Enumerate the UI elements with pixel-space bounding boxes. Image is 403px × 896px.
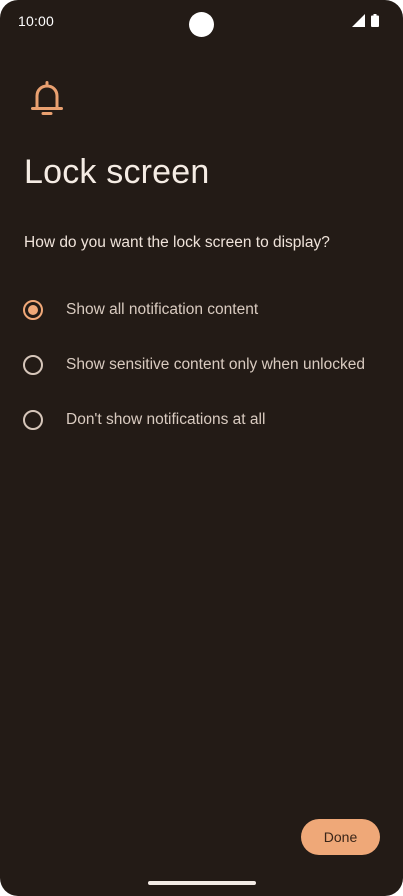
status-icons	[352, 14, 379, 27]
signal-icon	[352, 14, 365, 27]
status-bar: 10:00	[0, 0, 403, 44]
question-text: How do you want the lock screen to displ…	[24, 234, 330, 251]
option-label: Don't show notifications at all	[66, 410, 266, 428]
radio-button[interactable]	[23, 409, 43, 430]
status-time: 10:00	[18, 13, 55, 29]
radio-button[interactable]	[23, 354, 43, 375]
bell-icon	[31, 81, 63, 115]
radio-button-selected[interactable]	[23, 299, 43, 320]
camera-cutout	[189, 12, 214, 37]
page-title: Lock screen	[24, 153, 210, 191]
battery-icon	[371, 14, 379, 27]
option-sensitive-when-unlocked[interactable]: Show sensitive content only when unlocke…	[0, 337, 403, 392]
option-dont-show[interactable]: Don't show notifications at all	[0, 392, 403, 447]
lock-screen-settings-screen: 10:00 Lock screen How do you want the lo…	[0, 0, 403, 896]
option-show-all[interactable]: Show all notification content	[0, 282, 403, 337]
navigation-gesture-bar[interactable]	[148, 881, 256, 885]
display-options-radio-group: Show all notification content Show sensi…	[0, 282, 403, 447]
option-label: Show all notification content	[66, 300, 259, 318]
option-label: Show sensitive content only when unlocke…	[66, 355, 365, 373]
done-button[interactable]: Done	[301, 819, 380, 855]
